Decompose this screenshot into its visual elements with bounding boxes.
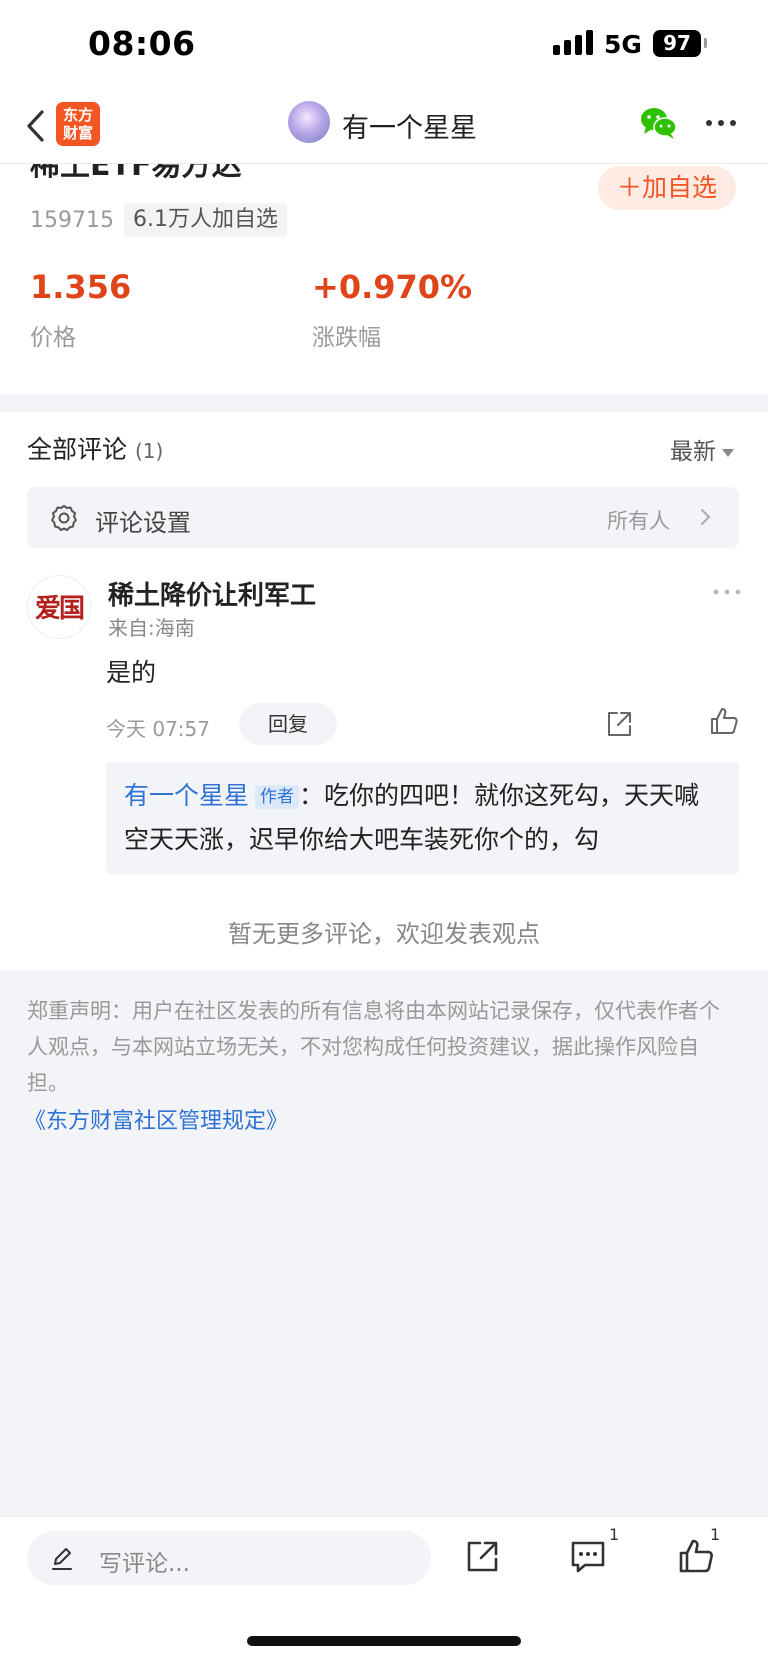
sort-dropdown[interactable]: 最新 [670, 432, 734, 466]
watch-count-badge: 6.1万人加自选 [124, 203, 287, 237]
comment-input-placeholder: 写评论... [99, 1551, 190, 1577]
no-more-comments: 暂无更多评论，欢迎发表观点 [228, 920, 540, 948]
commenter-avatar[interactable]: 爱国 [27, 575, 91, 639]
more-icon[interactable] [704, 116, 738, 130]
comment-input[interactable]: 写评论... [27, 1531, 431, 1585]
battery-cap [704, 38, 707, 48]
network-type: 5G [604, 30, 642, 59]
comments-title: 全部评论 (1) [27, 430, 163, 466]
section-divider [0, 394, 768, 412]
comment-settings-label: 评论设置 [95, 509, 191, 537]
status-bar: 08:06 5G 97 [0, 0, 768, 92]
caret-down-icon [722, 448, 734, 457]
change-label: 涨跌幅 [312, 325, 381, 351]
bottom-bar: 写评论... 1 1 [0, 1516, 768, 1662]
commenter-name[interactable]: 稀土降价让利军工 [108, 575, 316, 612]
page-title[interactable]: 有一个星星 [342, 106, 477, 145]
pencil-icon [52, 1548, 72, 1570]
chevron-right-icon [701, 509, 711, 525]
app-logo[interactable]: 东方财富 [56, 102, 100, 146]
battery-icon: 97 [653, 30, 701, 57]
signal-icon [553, 30, 593, 55]
comments-title-text: 全部评论 [27, 435, 128, 464]
change-value: +0.970% [312, 268, 473, 306]
author-tag: 作者 [255, 785, 300, 809]
share-icon[interactable] [464, 1539, 500, 1575]
price-value: 1.356 [30, 268, 132, 306]
sort-label: 最新 [670, 439, 716, 465]
wechat-icon[interactable] [640, 106, 678, 140]
community-rules-link[interactable]: 《东方财富社区管理规定》 [24, 1103, 288, 1135]
comment-text: 是的 [106, 658, 157, 687]
price-label: 价格 [30, 325, 76, 351]
author-avatar[interactable] [288, 101, 330, 143]
stock-code: 159715 [30, 208, 114, 233]
comments-count: (1) [134, 439, 164, 463]
back-arrow-icon[interactable] [22, 106, 52, 146]
comment-settings-value: 所有人 [607, 509, 670, 533]
comment-more-icon[interactable] [712, 588, 742, 596]
reply-button[interactable]: 回复 [239, 703, 337, 745]
add-watchlist-button[interactable]: ＋加自选 [598, 166, 736, 210]
reply-author-name[interactable]: 有一个星星 [124, 781, 249, 810]
disclaimer-text: 郑重声明：用户在社区发表的所有信息将由本网站记录保存，仅代表作者个人观点，与本网… [27, 999, 720, 1095]
comment-time: 今天 07:57 [106, 717, 210, 741]
thumbs-up-icon[interactable] [709, 706, 739, 736]
like-count-badge: 1 [710, 1525, 721, 1544]
gear-icon [51, 505, 77, 531]
commenter-location: 来自:海南 [108, 616, 195, 640]
comment-count-badge: 1 [609, 1525, 620, 1544]
home-indicator[interactable] [247, 1636, 521, 1646]
reply-preview[interactable]: 有一个星星 作者 ：吃你的四吧！就你这死勾，天天喊空天天涨，迟早你给大吧车装死你个的… [106, 762, 739, 874]
avatar-seal-text: 爱国 [34, 594, 85, 624]
comment-settings-row[interactable]: 评论设置 所有人 [27, 487, 739, 548]
comment-icon[interactable] [568, 1539, 608, 1575]
status-time: 08:06 [88, 24, 196, 63]
nav-bar: 东方财富 有一个星星 [0, 92, 768, 164]
share-icon[interactable] [604, 709, 634, 739]
